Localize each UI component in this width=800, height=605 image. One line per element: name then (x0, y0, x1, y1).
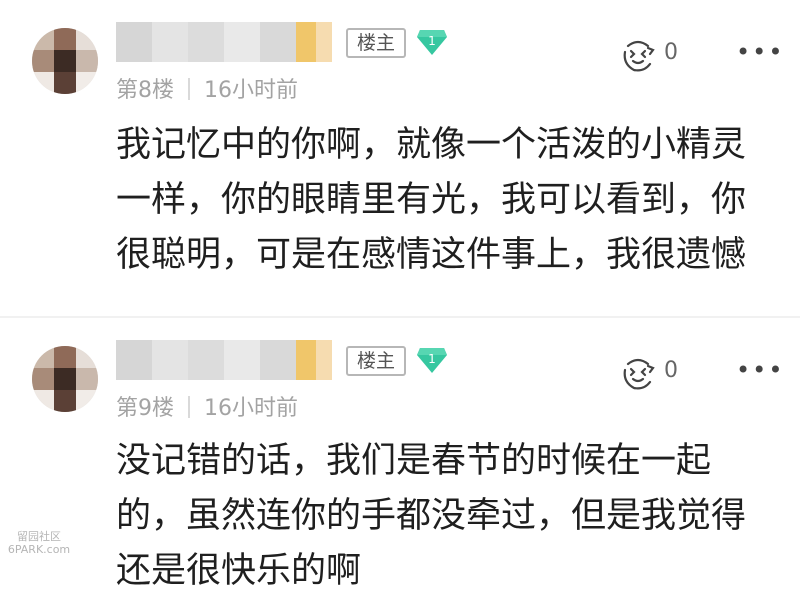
owner-tag: 楼主 (346, 346, 406, 376)
floor-label: 第9楼 (116, 396, 174, 421)
comment-meta: 第9楼 16小时前 (116, 390, 298, 422)
time-label: 16小时前 (204, 396, 298, 421)
like-count: 0 (664, 40, 678, 65)
like-button[interactable]: 0 (620, 356, 682, 392)
watermark-line2: 6PARK.com (7, 543, 71, 556)
like-face-icon (623, 358, 655, 390)
level-badge: 1 (416, 28, 448, 56)
like-count: 0 (664, 358, 678, 383)
avatar[interactable] (32, 28, 98, 94)
meta-divider (188, 396, 190, 418)
comment-card: 楼主 1 第9楼 16小时前 0 ••• 没记错的话，我们是春节的时候在一起的，虽… (0, 318, 800, 605)
like-face-icon (623, 40, 655, 72)
watermark-line1: 留园社区 (17, 530, 61, 543)
comment-card: 楼主 1 第8楼 16小时前 0 ••• 我记忆中的你啊，就像一个活泼的小精灵一样… (0, 0, 800, 318)
more-dots-icon[interactable]: ••• (736, 358, 782, 382)
time-label: 16小时前 (204, 78, 298, 103)
level-number: 1 (428, 352, 436, 366)
username-blurred[interactable] (116, 22, 332, 62)
level-badge: 1 (416, 346, 448, 374)
watermark: 留园社区 6PARK.com (4, 530, 74, 556)
comment-text: 没记错的话，我们是春节的时候在一起的，虽然连你的手都没牵过，但是我觉得还是很快乐… (116, 441, 747, 591)
comment-text: 我记忆中的你啊，就像一个活泼的小精灵一样，你的眼睛里有光，我可以看到，你很聪明，… (116, 125, 747, 275)
owner-tag: 楼主 (346, 28, 406, 58)
comment-meta: 第8楼 16小时前 (116, 72, 298, 104)
username-blurred[interactable] (116, 340, 332, 380)
more-dots-icon[interactable]: ••• (736, 40, 782, 64)
meta-divider (188, 78, 190, 100)
like-button[interactable]: 0 (620, 38, 682, 74)
avatar[interactable] (32, 346, 98, 412)
floor-label: 第8楼 (116, 78, 174, 103)
level-number: 1 (428, 34, 436, 48)
